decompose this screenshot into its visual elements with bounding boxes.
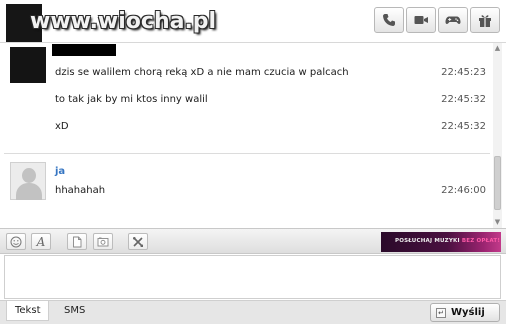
send-label: Wyślij	[451, 307, 485, 318]
gift-icon	[479, 15, 491, 27]
my-message-time: 22:46:00	[441, 185, 486, 196]
gamepad-icon	[445, 16, 461, 24]
top-actions	[372, 7, 500, 33]
scroll-down-arrow[interactable]: ▼	[493, 218, 502, 227]
settings-tools-button[interactable]	[128, 233, 148, 250]
chat-history[interactable]: dzis se walilem chorą reką xD a nie mam …	[0, 42, 506, 229]
compose-toolbar: A POSŁUCHAJ MUZYKI BEZ OPŁAT!	[0, 228, 506, 254]
font-icon: A	[36, 234, 46, 249]
send-image-button[interactable]	[93, 233, 113, 250]
avatar-placeholder-body	[16, 183, 42, 200]
advertisement-banner[interactable]: POSŁUCHAJ MUZYKI BEZ OPŁAT!	[381, 232, 501, 252]
phone-icon	[383, 14, 395, 26]
chat-scrollbar[interactable]: ▲ ▼	[493, 43, 502, 229]
send-icon: ↵	[436, 307, 446, 318]
send-button[interactable]: ↵ Wyślij	[430, 303, 500, 322]
games-button[interactable]	[438, 7, 468, 33]
banner-text: POSŁUCHAJ MUZYKI BEZ OPŁAT!	[395, 238, 500, 244]
message-text: to tak jak by mi ktos inny walil	[55, 94, 208, 105]
tools-icon	[133, 236, 143, 247]
scroll-up-arrow[interactable]: ▲	[493, 44, 502, 53]
file-icon	[73, 236, 82, 247]
message-time: 22:45:23	[441, 67, 486, 78]
header-bar: www.wiocha.pl	[0, 0, 506, 42]
message-text: xD	[55, 121, 69, 132]
message-time: 22:45:32	[441, 94, 486, 105]
my-message-text: hhahahah	[55, 185, 106, 196]
redacted-contact-name	[52, 44, 116, 56]
emoticons-button[interactable]	[6, 233, 26, 250]
scroll-thumb[interactable]	[494, 156, 501, 210]
my-name: ja	[55, 166, 66, 177]
font-style-button[interactable]: A	[31, 233, 51, 250]
video-call-button[interactable]	[406, 7, 436, 33]
footer-bar: Tekst SMS ↵ Wyślij	[0, 300, 506, 324]
gift-button[interactable]	[470, 7, 500, 33]
message-input[interactable]	[4, 255, 501, 299]
banner-main-text: POSŁUCHAJ MUZYKI	[395, 238, 460, 244]
banner-highlight-text: BEZ OPŁAT!	[461, 238, 501, 244]
video-icon	[414, 16, 428, 24]
image-icon	[97, 237, 109, 246]
contact-message-avatar	[10, 47, 46, 83]
avatar-placeholder-head	[22, 168, 36, 183]
message-separator	[4, 153, 490, 154]
message-text: dzis se walilem chorą reką xD a nie mam …	[55, 67, 349, 78]
message-time: 22:45:32	[441, 121, 486, 132]
watermark: www.wiocha.pl	[30, 9, 217, 34]
my-avatar	[10, 162, 46, 200]
smiley-icon	[10, 236, 22, 247]
send-file-button[interactable]	[67, 233, 87, 250]
tab-text[interactable]: Tekst	[6, 301, 50, 321]
call-button[interactable]	[374, 7, 404, 33]
tab-sms[interactable]: SMS	[56, 301, 93, 321]
